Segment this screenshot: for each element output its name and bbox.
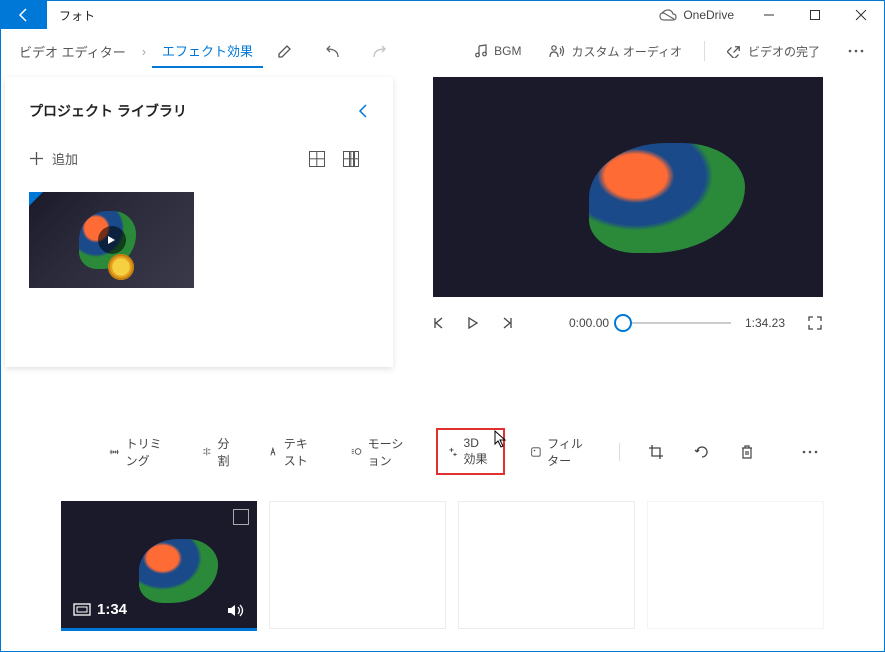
split-icon xyxy=(202,445,212,458)
storyboard-placeholder[interactable] xyxy=(647,501,824,629)
text-button[interactable]: テキスト xyxy=(260,429,325,475)
more-button[interactable] xyxy=(836,43,876,59)
add-media-button[interactable]: 追加 xyxy=(29,149,78,168)
speaker-icon xyxy=(227,603,245,618)
filter-button[interactable]: フィルター xyxy=(523,429,597,475)
project-library-panel: プロジェクト ライブラリ 追加 xyxy=(5,77,393,367)
library-title: プロジェクト ライブラリ xyxy=(29,101,187,121)
storyboard: 1:34 xyxy=(1,493,884,651)
ellipsis-icon xyxy=(802,450,818,454)
app-title: フォト xyxy=(47,1,107,29)
trim-icon xyxy=(109,446,120,458)
custom-audio-button[interactable]: カスタム オーディオ xyxy=(537,37,694,66)
video-preview[interactable] xyxy=(433,77,823,297)
export-icon xyxy=(727,44,742,58)
delete-button[interactable] xyxy=(734,438,760,466)
library-collapse-button[interactable] xyxy=(357,102,369,120)
onedrive-status[interactable]: OneDrive xyxy=(647,1,746,29)
window-controls xyxy=(746,1,884,29)
sparkle-icon xyxy=(448,445,458,459)
play-overlay-icon xyxy=(98,226,126,254)
storyboard-clip[interactable]: 1:34 xyxy=(61,501,257,631)
breadcrumb-video-editor[interactable]: ビデオ エディター xyxy=(9,36,136,67)
main-area: プロジェクト ライブラリ 追加 xyxy=(1,73,884,408)
seek-slider[interactable] xyxy=(623,322,731,324)
storyboard-placeholder[interactable] xyxy=(269,501,446,629)
finish-video-button[interactable]: ビデオの完了 xyxy=(715,37,832,66)
clip-duration: 1:34 xyxy=(73,601,127,618)
trash-icon xyxy=(740,444,754,460)
back-button[interactable] xyxy=(1,1,47,29)
player-controls: 0:00.00 1:34.23 xyxy=(433,315,823,331)
seek-knob[interactable] xyxy=(614,314,632,332)
grid-large-button[interactable] xyxy=(309,151,325,167)
crop-button[interactable] xyxy=(642,438,670,466)
total-time: 1:34.23 xyxy=(745,316,785,330)
bgm-button[interactable]: BGM xyxy=(462,38,533,64)
cloud-icon xyxy=(659,9,677,21)
music-icon xyxy=(474,44,488,58)
edit-title-button[interactable] xyxy=(267,38,302,65)
text-icon xyxy=(268,445,278,458)
plus-icon xyxy=(29,151,44,166)
current-time: 0:00.00 xyxy=(569,316,609,330)
maximize-button[interactable] xyxy=(792,1,838,29)
person-audio-icon xyxy=(549,44,565,58)
filter-icon xyxy=(531,445,541,459)
preview-area: 0:00.00 1:34.23 xyxy=(393,73,884,408)
rotate-icon xyxy=(694,444,710,460)
used-indicator xyxy=(29,192,43,206)
title-bar: フォト OneDrive xyxy=(1,1,884,29)
main-toolbar: ビデオ エディター › エフェクト効果 BGM カスタム オーディオ ビデオの完… xyxy=(1,29,884,73)
next-frame-button[interactable] xyxy=(501,317,521,329)
play-button[interactable] xyxy=(467,317,487,329)
clip-volume-button[interactable] xyxy=(227,603,245,618)
storyboard-placeholder[interactable] xyxy=(458,501,635,629)
minimize-button[interactable] xyxy=(746,1,792,29)
rotate-button[interactable] xyxy=(688,438,716,466)
fullscreen-button[interactable] xyxy=(807,315,823,331)
chevron-right-icon: › xyxy=(140,44,148,59)
redo-button[interactable] xyxy=(368,43,386,59)
undo-button[interactable] xyxy=(326,43,344,59)
crop-icon xyxy=(648,444,664,460)
clip-more-button[interactable] xyxy=(796,444,824,460)
split-button[interactable]: 分割 xyxy=(194,429,242,475)
prev-frame-button[interactable] xyxy=(433,317,453,329)
3d-effects-button[interactable]: 3D 効果 xyxy=(436,428,506,475)
clip-icon xyxy=(73,603,91,616)
breadcrumb-effects[interactable]: エフェクト効果 xyxy=(152,35,263,68)
motion-button[interactable]: モーション xyxy=(343,429,418,475)
library-clip-thumbnail[interactable] xyxy=(29,192,194,288)
ellipsis-icon xyxy=(848,49,864,53)
motion-icon xyxy=(351,445,362,458)
trim-button[interactable]: トリミング xyxy=(101,429,176,475)
grid-small-button[interactable] xyxy=(343,151,359,167)
clip-checkbox[interactable] xyxy=(233,509,249,525)
clip-toolbar: トリミング 分割 テキスト モーション 3D 効果 フィルター xyxy=(1,408,884,493)
close-button[interactable] xyxy=(838,1,884,29)
